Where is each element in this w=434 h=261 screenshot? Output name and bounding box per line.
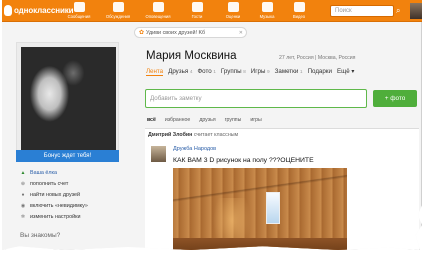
search-input[interactable]: Поиск xyxy=(330,5,394,17)
nav-messages[interactable]: Сообщения xyxy=(64,2,94,19)
tab-label: Подарки xyxy=(307,68,332,75)
profile-name: Мария Москвина xyxy=(146,50,237,62)
gift-icon: ✿ xyxy=(139,30,145,36)
filter-favorites[interactable]: избранное xyxy=(165,117,190,128)
star-icon xyxy=(227,2,239,12)
avatar[interactable] xyxy=(410,3,422,19)
add-photo-button[interactable]: + фото xyxy=(373,90,417,107)
profile-meta: 27 лет, Россия | Москва, Россия xyxy=(279,55,356,61)
side-link-label: найти новых друзей xyxy=(30,191,81,198)
profile-photo-frame xyxy=(16,42,119,154)
side-link-label: изменить настройки xyxy=(30,213,81,220)
left-column: Бонус ждет тебя! ▲ Ваша ёлка ⊕ пополнить… xyxy=(16,42,119,250)
side-menu: ▲ Ваша ёлка ⊕ пополнить счет ● найти нов… xyxy=(20,167,120,222)
photo-window xyxy=(266,192,280,224)
people-icon: ● xyxy=(21,191,25,198)
feed-filters: всё избранное друзья группы игры xyxy=(145,117,419,129)
tab-label: Лента xyxy=(146,68,164,75)
feed-post-text: КАК ВАМ 3 D рисунок на полу ???ОЦЕНИТЕ xyxy=(173,157,314,164)
close-icon[interactable]: ✕ xyxy=(239,30,243,36)
bell-icon xyxy=(152,2,164,12)
section-title: Вы знакомы? xyxy=(20,232,61,239)
group-avatar[interactable] xyxy=(151,146,166,162)
tab-label: Группы xyxy=(220,68,242,75)
filter-all[interactable]: всё xyxy=(147,117,156,128)
tab-label: Игры xyxy=(250,68,266,75)
nav-music[interactable]: Музыка xyxy=(252,2,282,19)
feed-group-link[interactable]: Дружба Народов xyxy=(173,146,216,152)
nav-label: Видео xyxy=(292,14,306,19)
tree-icon: ▲ xyxy=(20,169,26,176)
tab-photos[interactable]: Фото 1 xyxy=(197,68,215,76)
feed-item-action: считает классным xyxy=(193,132,239,138)
tab-count: 1 xyxy=(213,69,216,74)
tab-count: 1 xyxy=(300,69,303,74)
side-link-settings[interactable]: ✲ изменить настройки xyxy=(20,211,120,222)
divider xyxy=(421,22,422,250)
nav-video[interactable]: Видео xyxy=(284,2,314,19)
photo-floor xyxy=(173,238,347,250)
tab-feed[interactable]: Лента xyxy=(146,68,164,76)
feed-item-author[interactable]: Дмитрий Злобин xyxy=(148,132,192,138)
music-icon xyxy=(261,2,273,12)
tab-label: Фото xyxy=(197,68,212,75)
side-link-topup[interactable]: ⊕ пополнить счет xyxy=(20,178,120,189)
nav-label: Музыка xyxy=(259,14,275,19)
tab-more[interactable]: Ещё ▾ xyxy=(337,68,354,76)
filter-friends[interactable]: друзья xyxy=(199,117,215,128)
chat-icon xyxy=(112,2,124,12)
nav-notifications[interactable]: Оповещения xyxy=(143,2,173,19)
profile-photo[interactable] xyxy=(21,47,116,151)
side-link-label: включить «невидимку» xyxy=(30,202,88,209)
nav-label: Обсуждения xyxy=(105,14,131,19)
ok-logo-icon xyxy=(4,5,12,16)
video-icon xyxy=(293,2,305,12)
page: одноклассники Сообщения Обсуждения Опове… xyxy=(2,0,422,250)
note-input[interactable]: Добавить заметку xyxy=(145,89,367,108)
tab-gifts[interactable]: Подарки xyxy=(308,68,332,76)
feed: Дмитрий Злобин считает классным Дружба Н… xyxy=(145,129,419,250)
tab-label: Заметки xyxy=(274,68,299,75)
tab-notes[interactable]: Заметки 1 xyxy=(275,68,303,76)
filter-groups[interactable]: группы xyxy=(225,117,242,128)
plus-icon: ⊕ xyxy=(20,180,26,187)
gift-banner[interactable]: ✿ Удиви своих друзей! Kб ✕ xyxy=(134,27,247,38)
side-link-label: пополнить счет xyxy=(30,180,69,187)
nav-label: Оповещения xyxy=(145,14,171,19)
tab-label: Друзья xyxy=(168,68,189,75)
side-link-tree[interactable]: ▲ Ваша ёлка xyxy=(20,167,120,178)
tab-games[interactable]: Игры 9 xyxy=(251,68,270,76)
nav-label: Сообщения xyxy=(67,14,91,19)
top-bar: одноклассники Сообщения Обсуждения Опове… xyxy=(2,0,422,22)
search-icon[interactable]: ⌕ xyxy=(396,5,406,17)
feed-item-meta: Дмитрий Злобин считает классным xyxy=(148,132,238,138)
tab-groups[interactable]: Группы 8 xyxy=(221,68,246,76)
gear-icon: ✲ xyxy=(20,213,26,220)
side-link-invisible[interactable]: ◉ включить «невидимку» xyxy=(20,200,120,211)
nav-discussions[interactable]: Обсуждения xyxy=(103,2,133,19)
footprints-icon xyxy=(191,2,203,12)
bonus-button[interactable]: Бонус ждет тебя! xyxy=(16,150,119,162)
tab-friends[interactable]: Друзья 4 xyxy=(168,68,192,76)
nav-label: Гости xyxy=(191,14,203,19)
profile-tabs: Лента Друзья 4 Фото 1 Группы 8 Игры 9 За… xyxy=(146,68,354,76)
filter-games[interactable]: игры xyxy=(250,117,261,128)
nav-label: Оценки xyxy=(225,14,241,19)
gift-banner-text: Удиви своих друзей! Kб xyxy=(146,29,206,36)
side-link-find-friends[interactable]: ● найти новых друзей xyxy=(20,189,120,200)
feed-post-photo[interactable] xyxy=(173,168,347,250)
eye-icon: ◉ xyxy=(20,202,26,209)
envelope-icon xyxy=(73,2,85,12)
side-link-label: Ваша ёлка xyxy=(30,169,58,176)
nav-ratings[interactable]: Оценки xyxy=(218,2,248,19)
tab-count: 9 xyxy=(267,69,270,74)
tab-count: 8 xyxy=(243,69,246,74)
tab-count: 4 xyxy=(189,69,193,74)
nav-guests[interactable]: Гости xyxy=(182,2,212,19)
tab-label: Ещё ▾ xyxy=(336,68,355,75)
